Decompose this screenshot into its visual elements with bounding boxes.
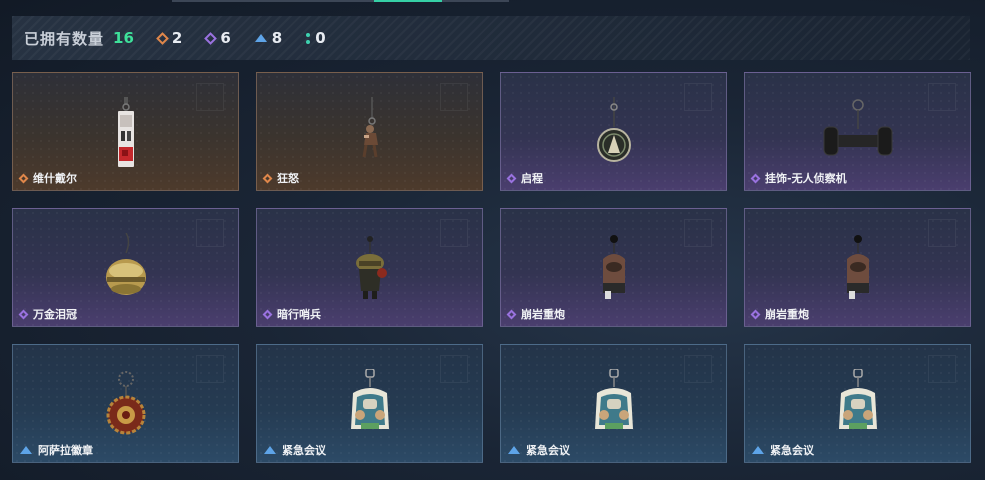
owned-total-count: 16 — [113, 29, 134, 47]
purple-quality-icon — [18, 309, 29, 319]
card-decoration — [928, 355, 956, 383]
asala-medal-charm-icon — [106, 371, 145, 435]
item-name-row: 狂怒 — [262, 170, 299, 186]
item-card[interactable]: 启程 — [500, 72, 727, 191]
item-card[interactable]: 暗行哨兵 — [256, 208, 483, 327]
orange-quality-count: 2 — [156, 29, 183, 47]
item-card[interactable]: 挂饰-无人侦察机 — [744, 72, 971, 191]
item-name-row: 崩岩重炮 — [506, 306, 565, 322]
item-name: 启程 — [521, 172, 543, 185]
blue-quality-icon — [752, 446, 764, 454]
item-name: 紧急会议 — [282, 444, 326, 457]
item-name-row: 暗行哨兵 — [262, 306, 321, 322]
blue-quality-count: 8 — [254, 29, 283, 47]
heavy-cannon-figure-charm-icon — [846, 235, 869, 299]
item-card[interactable]: 崩岩重炮 — [500, 208, 727, 327]
card-decoration — [684, 355, 712, 383]
item-card[interactable]: 紧急会议 — [256, 344, 483, 463]
item-name: 崩岩重炮 — [765, 308, 809, 321]
orange-quality-icon — [156, 31, 169, 45]
item-name-row: 挂饰-无人侦察机 — [750, 170, 847, 186]
item-card[interactable]: 崩岩重炮 — [744, 208, 971, 327]
item-name: 挂饰-无人侦察机 — [765, 172, 847, 185]
card-decoration — [196, 83, 224, 111]
card-decoration — [440, 83, 468, 111]
item-card[interactable]: 阿萨拉徽章 — [12, 344, 239, 463]
item-name: 万金泪冠 — [33, 308, 77, 321]
blue-quality-icon — [20, 446, 32, 454]
tab-indicator-bar — [172, 0, 509, 2]
item-card[interactable]: 维什戴尔 — [12, 72, 239, 191]
purple-quality-icon — [506, 309, 517, 319]
item-name: 维什戴尔 — [33, 172, 77, 185]
blue-quality-icon — [254, 34, 267, 42]
item-name: 狂怒 — [277, 172, 299, 185]
card-decoration — [684, 83, 712, 111]
card-decoration — [440, 355, 468, 383]
blue-quality-icon — [264, 446, 276, 454]
purple-quality-count: 6 — [204, 29, 231, 47]
purple-quality-icon — [750, 173, 761, 183]
round-badge-charm-icon — [596, 97, 631, 162]
orange-count-value: 2 — [171, 29, 183, 47]
purple-quality-icon — [262, 309, 273, 319]
purple-quality-icon — [750, 309, 761, 319]
orange-quality-icon — [18, 173, 29, 183]
emergency-meeting-charm-icon — [838, 369, 877, 429]
card-decoration — [440, 219, 468, 247]
item-name-row: 紧急会议 — [264, 442, 326, 458]
item-card[interactable]: 狂怒 — [256, 72, 483, 191]
item-name: 阿萨拉徽章 — [38, 444, 93, 457]
item-name-row: 紧急会议 — [508, 442, 570, 458]
item-name-row: 紧急会议 — [752, 442, 814, 458]
item-name: 紧急会议 — [526, 444, 570, 457]
card-decoration — [684, 219, 712, 247]
item-name: 崩岩重炮 — [521, 308, 565, 321]
teal-count-value: 0 — [315, 29, 326, 47]
blue-quality-icon — [508, 446, 520, 454]
purple-quality-icon — [204, 31, 218, 45]
item-card[interactable]: 紧急会议 — [500, 344, 727, 463]
item-name-row: 崩岩重炮 — [750, 306, 809, 322]
teal-quality-count: 0 — [306, 29, 326, 47]
vishdeal-tag-charm-icon — [117, 97, 134, 167]
card-decoration — [928, 219, 956, 247]
emergency-meeting-charm-icon — [594, 369, 633, 429]
item-name-row: 万金泪冠 — [18, 306, 77, 322]
drone-charm-icon — [823, 99, 892, 156]
orange-quality-icon — [262, 173, 273, 183]
golden-crown-charm-icon — [105, 233, 146, 295]
item-name-row: 阿萨拉徽章 — [20, 442, 93, 458]
item-name: 紧急会议 — [770, 444, 814, 457]
item-name: 暗行哨兵 — [277, 308, 321, 321]
rage-figure-charm-icon — [362, 97, 378, 158]
item-name-row: 维什戴尔 — [18, 170, 77, 186]
card-decoration — [928, 83, 956, 111]
item-card[interactable]: 紧急会议 — [744, 344, 971, 463]
teal-quality-icon — [306, 32, 311, 44]
blue-count-value: 8 — [271, 29, 283, 47]
ownership-stats-bar: 已拥有数量 16 2 6 8 0 — [12, 16, 970, 60]
charm-collection-grid: 维什戴尔 狂怒 启程 挂饰-无人侦察机 万金泪冠 暗行哨兵 崩岩重炮 崩岩重炮 … — [12, 72, 971, 463]
owned-count-label: 已拥有数量 — [24, 29, 105, 48]
purple-quality-icon — [506, 173, 517, 183]
item-card[interactable]: 万金泪冠 — [12, 208, 239, 327]
sentinel-figure-charm-icon — [355, 236, 387, 299]
card-decoration — [196, 355, 224, 383]
card-decoration — [196, 219, 224, 247]
item-name-row: 启程 — [506, 170, 543, 186]
purple-count-value: 6 — [220, 29, 231, 47]
emergency-meeting-charm-icon — [350, 369, 389, 429]
heavy-cannon-figure-charm-icon — [602, 235, 625, 299]
active-tab-indicator — [374, 0, 442, 2]
